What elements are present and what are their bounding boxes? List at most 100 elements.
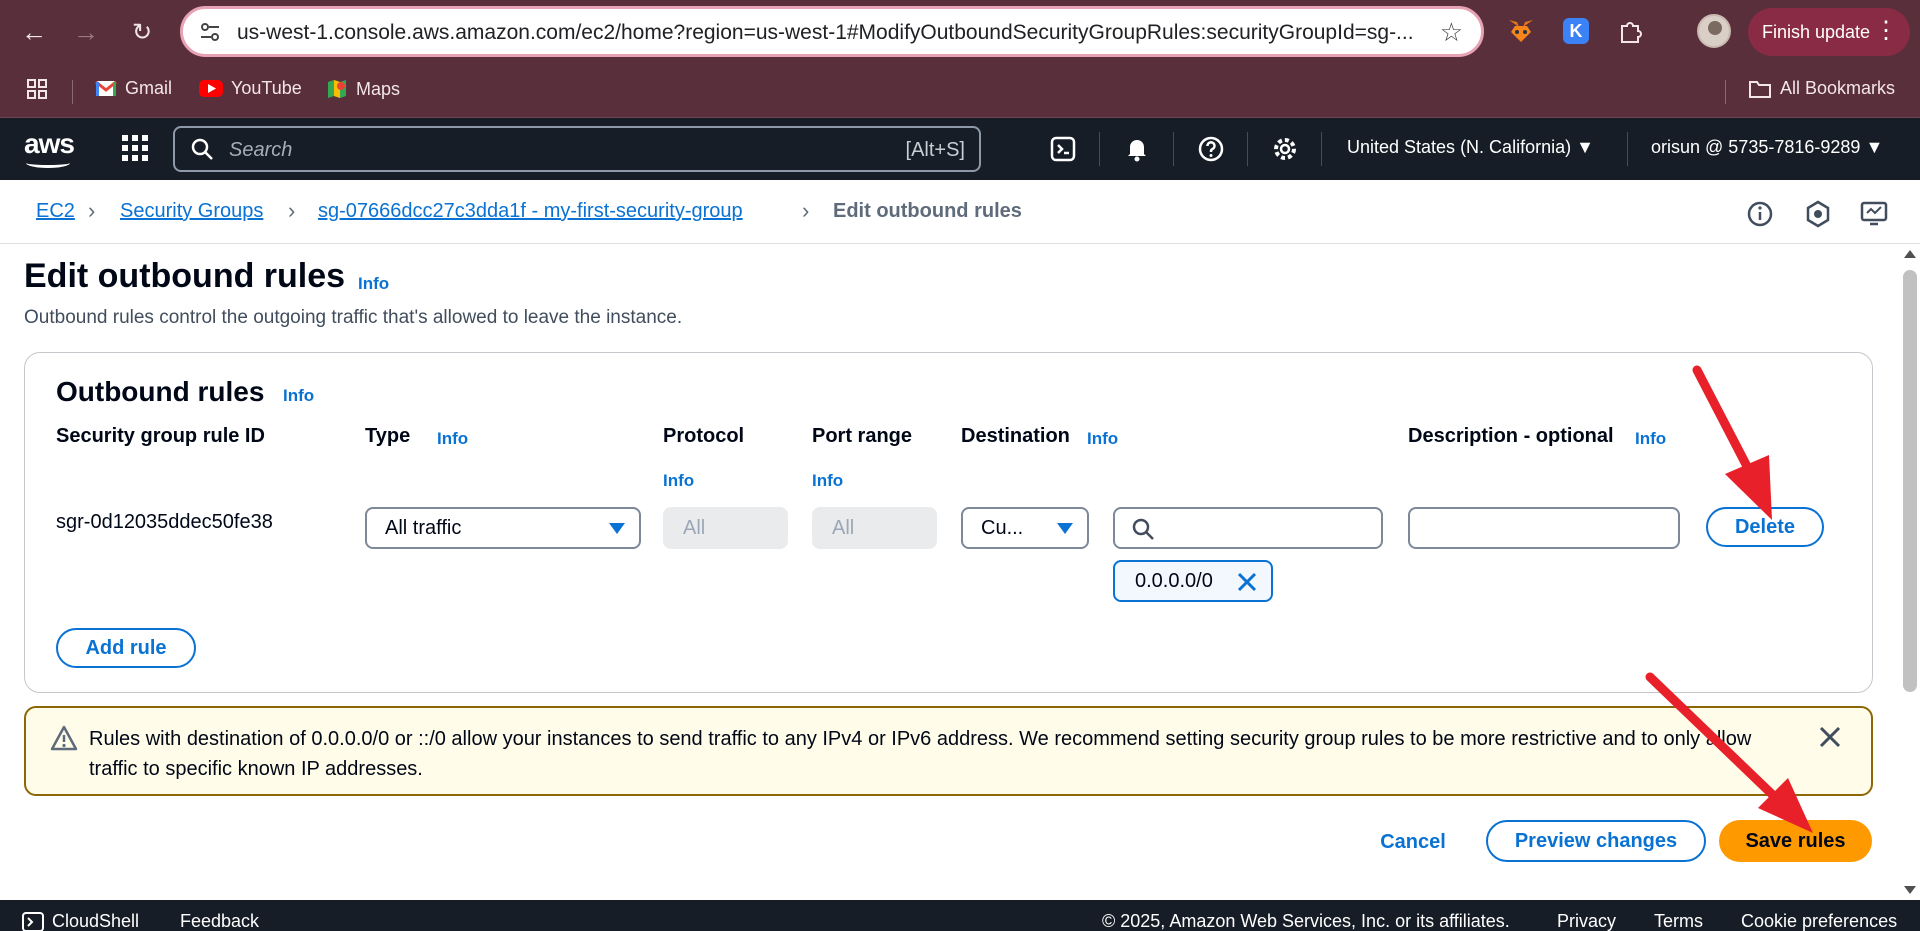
card-info-link[interactable]: Info [283, 386, 314, 406]
scrollbar-thumb[interactable] [1903, 270, 1917, 692]
port-range-info-link[interactable]: Info [812, 471, 843, 491]
help-icon[interactable] [1194, 132, 1228, 166]
bookmark-youtube-label: YouTube [231, 78, 302, 98]
feedback-panel-icon[interactable] [1859, 199, 1889, 229]
bookmark-star-icon[interactable]: ☆ [1440, 17, 1463, 48]
aws-logo[interactable]: aws [24, 128, 75, 168]
breadcrumb-security-group[interactable]: sg-07666dcc27c3dda1f - my-first-security… [318, 200, 743, 223]
destination-search-input[interactable] [1113, 507, 1383, 549]
protocol-field: All [663, 507, 788, 549]
finish-update-button[interactable]: Finish update ⋮ [1748, 8, 1910, 56]
notifications-bell-icon[interactable] [1120, 132, 1154, 166]
bookmark-maps[interactable]: Maps [326, 78, 400, 100]
search-placeholder: Search [229, 139, 293, 161]
account-menu[interactable]: orisun @ 5735-7816-9289 ▼ [1651, 137, 1883, 158]
info-panel-icon[interactable] [1745, 199, 1775, 229]
close-icon[interactable] [1817, 724, 1843, 750]
page-title: Edit outbound rules [24, 257, 346, 295]
close-icon[interactable] [1235, 570, 1259, 594]
caret-down-icon: ▼ [1576, 137, 1594, 157]
search-icon [191, 138, 213, 160]
bookmark-gmail-label: Gmail [125, 78, 173, 98]
breadcrumb-ec2[interactable]: EC2 [36, 200, 75, 223]
more-vert-icon[interactable]: ⋮ [1874, 16, 1898, 45]
caret-down-icon: ▼ [1865, 137, 1884, 157]
search-icon [1132, 518, 1154, 540]
page-description: Outbound rules control the outgoing traf… [24, 307, 683, 328]
privacy-link[interactable]: Privacy [1557, 911, 1616, 931]
warning-alert: Rules with destination of 0.0.0.0/0 or :… [24, 706, 1873, 796]
console-footer: CloudShell Feedback © 2025, Amazon Web S… [0, 900, 1920, 931]
services-menu-icon[interactable] [122, 135, 148, 161]
cookie-preferences-link[interactable]: Cookie preferences [1741, 911, 1897, 931]
breadcrumb-security-groups[interactable]: Security Groups [120, 200, 263, 223]
page-info-link[interactable]: Info [358, 274, 389, 294]
bookmark-divider [1725, 80, 1726, 104]
col-header-destination: Destination [961, 425, 1070, 447]
save-rules-button[interactable]: Save rules [1719, 820, 1872, 862]
port-range-value: All [832, 516, 855, 539]
settings-gear-icon[interactable] [1268, 132, 1302, 166]
destination-type-value: Cu... [981, 516, 1024, 539]
preview-changes-button[interactable]: Preview changes [1486, 820, 1706, 862]
forward-icon[interactable]: → [68, 14, 104, 50]
cancel-button[interactable]: Cancel [1363, 822, 1463, 862]
destination-token: 0.0.0.0/0 [1113, 560, 1273, 602]
add-rule-button[interactable]: Add rule [56, 628, 196, 668]
type-info-link[interactable]: Info [437, 429, 468, 449]
destination-type-select[interactable]: Cu... [961, 507, 1089, 549]
chevron-right-icon: › [802, 198, 810, 223]
delete-button[interactable]: Delete [1706, 507, 1824, 547]
nav-divider [1247, 132, 1248, 166]
feedback-link[interactable]: Feedback [180, 911, 259, 931]
breadcrumb: EC2 › Security Groups › sg-07666dcc27c3d… [0, 180, 1920, 244]
search-input[interactable]: Search [Alt+S] [173, 126, 981, 172]
card-title: Outbound rules [56, 376, 265, 407]
warning-icon [50, 725, 78, 751]
scroll-up-icon[interactable] [1904, 250, 1916, 258]
site-settings-icon[interactable] [199, 21, 221, 43]
apps-grid-icon[interactable] [26, 78, 48, 100]
bookmark-maps-label: Maps [356, 78, 401, 99]
security-panel-icon[interactable] [1803, 199, 1833, 229]
bookmark-youtube[interactable]: YouTube [199, 78, 302, 99]
bookmarks-bar: Gmail YouTube Maps All Bookmarks [0, 64, 1920, 118]
nav-divider [1173, 132, 1174, 166]
chevron-right-icon: › [88, 198, 96, 223]
finish-update-label: Finish update [1762, 21, 1871, 42]
scroll-down-icon[interactable] [1904, 886, 1916, 894]
k-extension-icon[interactable]: K [1563, 18, 1589, 44]
extensions-puzzle-icon[interactable] [1616, 16, 1646, 46]
back-icon[interactable]: ← [16, 14, 52, 50]
cancel-label: Cancel [1380, 830, 1446, 853]
address-bar[interactable]: us-west-1.console.aws.amazon.com/ec2/hom… [180, 6, 1484, 57]
gmail-icon [95, 80, 117, 96]
cloudshell-link[interactable]: CloudShell [22, 911, 139, 931]
nav-divider [1627, 132, 1628, 166]
destination-info-link[interactable]: Info [1087, 429, 1118, 449]
col-header-rule-id: Security group rule ID [56, 425, 265, 447]
all-bookmarks[interactable]: All Bookmarks [1748, 78, 1895, 99]
metamask-icon[interactable] [1506, 16, 1536, 46]
cloudshell-icon[interactable] [1046, 132, 1080, 166]
nav-divider [1321, 132, 1322, 166]
cloudshell-icon [22, 911, 44, 931]
reload-icon[interactable]: ↻ [124, 14, 160, 50]
folder-icon [1749, 80, 1771, 98]
col-header-type: Type [365, 425, 411, 447]
type-select-value: All traffic [385, 516, 462, 539]
description-input[interactable] [1408, 507, 1680, 549]
col-header-port-range: Port range [812, 425, 913, 447]
description-info-link[interactable]: Info [1635, 429, 1666, 449]
region-selector[interactable]: United States (N. California) ▼ [1347, 137, 1594, 158]
terms-link[interactable]: Terms [1654, 911, 1703, 931]
protocol-info-link[interactable]: Info [663, 471, 694, 491]
bookmark-gmail[interactable]: Gmail [95, 78, 172, 99]
delete-button-label: Delete [1734, 515, 1796, 538]
bookmark-divider [72, 80, 73, 104]
type-select[interactable]: All traffic [365, 507, 641, 549]
profile-avatar[interactable] [1697, 14, 1731, 48]
add-rule-label: Add rule [85, 636, 167, 659]
maps-icon [328, 80, 346, 98]
protocol-value: All [683, 516, 706, 539]
